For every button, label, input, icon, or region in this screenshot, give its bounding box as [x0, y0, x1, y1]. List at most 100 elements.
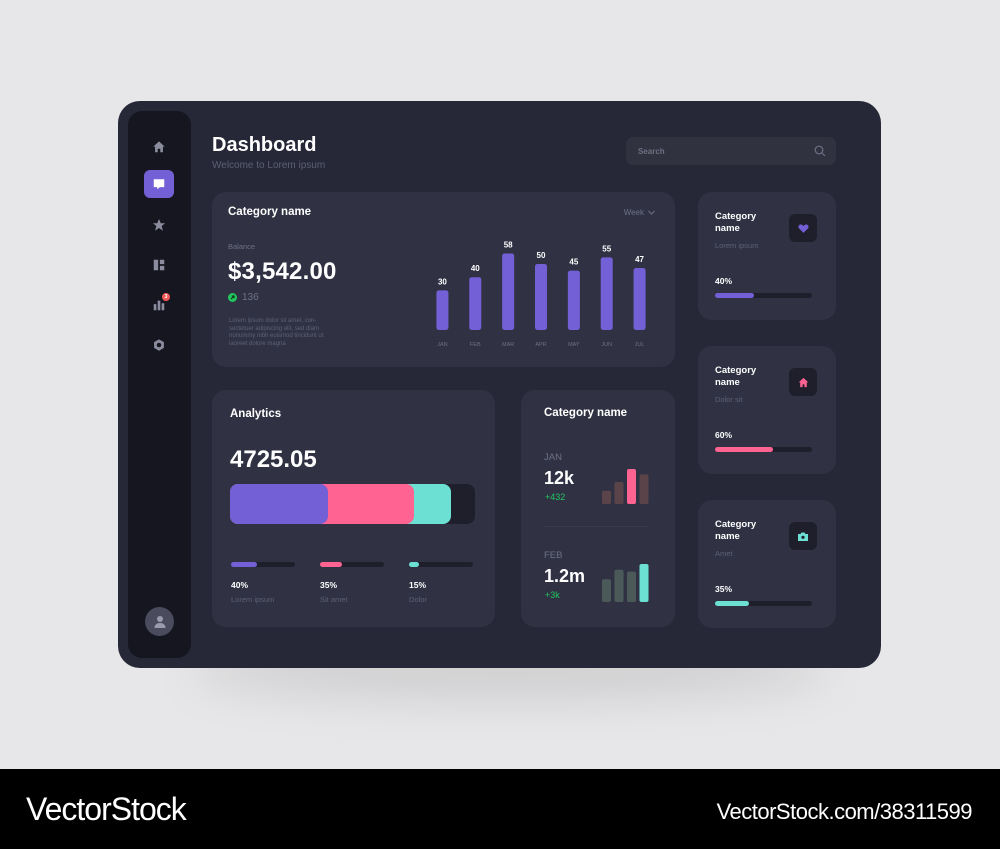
stat-label: Dolor — [409, 595, 427, 604]
month-label: FEB — [544, 550, 563, 561]
balance-amount: $3,542.00 — [228, 258, 337, 285]
bar-value-label: 45 — [569, 258, 578, 267]
search-bar — [626, 137, 836, 165]
chart-bar — [600, 257, 613, 330]
stat-percent: 15% — [409, 580, 427, 590]
category-subtitle: Amet — [715, 549, 733, 558]
stacked-progress-bar — [230, 484, 475, 524]
page-title: Dashboard — [212, 134, 317, 156]
category-progress-fill — [715, 293, 754, 298]
balance-delta-value: 136 — [242, 292, 259, 303]
user-avatar[interactable] — [145, 607, 174, 636]
category-progress-fill — [715, 601, 749, 606]
chart-bar — [535, 264, 547, 330]
category-title: Category name — [715, 365, 757, 388]
stat-percent: 40% — [231, 580, 249, 590]
month-mini-chart — [602, 469, 649, 504]
search-icon[interactable] — [814, 145, 826, 157]
sidebar-item-home[interactable] — [144, 133, 174, 161]
search-input[interactable] — [638, 137, 808, 165]
category-subtitle: Dolor sit — [715, 395, 743, 404]
sidebar-item-analytics[interactable]: 3 — [144, 291, 174, 319]
category-card[interactable]: Category name Dolor sit 60% — [698, 346, 836, 474]
x-tick-label: JAN — [437, 342, 447, 348]
category-card[interactable]: Category name Lorem ipsum 40% — [698, 192, 836, 320]
stat-label: Lorem ipsum — [231, 595, 275, 604]
month-delta: +3k — [545, 590, 560, 600]
chevron-down-icon — [648, 210, 655, 215]
bar-value-label: 40 — [471, 264, 480, 273]
home-icon — [153, 141, 165, 153]
chart-bar — [567, 270, 580, 330]
analytics-stat: 35% Sit amet — [320, 562, 390, 604]
trend-up-icon — [228, 293, 237, 302]
category-icon-tile — [789, 214, 817, 242]
card-title: Category name — [228, 206, 312, 218]
category-progress — [715, 601, 812, 606]
balance-description: Lorem ipsum dolor sit amet, con-sectetue… — [229, 318, 324, 347]
sidebar-item-favorites[interactable] — [144, 211, 174, 239]
period-dropdown[interactable]: Week — [624, 208, 655, 217]
analytics-title: Analytics — [230, 408, 282, 420]
mini-bar — [627, 571, 636, 602]
chart-bar — [436, 290, 449, 330]
notification-badge: 3 — [162, 293, 170, 301]
mini-bar — [602, 579, 611, 602]
month-delta: +432 — [545, 492, 566, 502]
footer-brand: VectorStock — [26, 791, 187, 827]
mini-bar — [614, 481, 624, 504]
analytics-value: 4725.05 — [230, 446, 317, 473]
bar-value-label: 55 — [602, 244, 611, 253]
balance-card: Category name Week Balance $3,542.00 136… — [212, 192, 675, 367]
mini-bar — [602, 490, 611, 504]
x-tick-label: JUL — [635, 342, 645, 348]
analytics-stat: 15% Dolor — [409, 562, 479, 604]
bar-value-label: 30 — [438, 277, 447, 286]
month-label: JAN — [544, 452, 562, 463]
chart-bar — [502, 253, 515, 330]
mini-bar — [639, 474, 649, 504]
chart-bar — [633, 267, 646, 330]
analytics-card: Analytics 4725.05 40% Lorem ipsum 35% Si… — [212, 390, 495, 627]
user-icon — [154, 615, 165, 628]
monthly-card: Category name JAN 12k +432 FEB 1.2m +3k — [521, 390, 675, 627]
settings-icon — [154, 339, 164, 351]
x-tick-label: MAY — [568, 342, 580, 348]
analytics-stat: 40% Lorem ipsum — [231, 562, 301, 604]
category-icon-tile — [789, 522, 817, 550]
stat-track — [231, 562, 295, 567]
stat-track — [320, 562, 384, 567]
monthly-title: Category name — [544, 407, 628, 419]
balance-delta: 136 — [228, 292, 259, 303]
bar-value-label: 50 — [537, 251, 546, 260]
category-title: Category name — [715, 211, 757, 234]
bar-value-label: 58 — [504, 240, 513, 249]
stat-fill — [409, 562, 419, 567]
x-tick-label: FEB — [470, 342, 481, 348]
sidebar-item-settings[interactable] — [144, 331, 174, 359]
chat-icon — [153, 179, 165, 190]
category-progress — [715, 447, 812, 452]
category-card[interactable]: Category name Amet 35% — [698, 500, 836, 628]
category-subtitle: Lorem ipsum — [715, 241, 759, 250]
x-tick-label: JUN — [601, 342, 612, 348]
stat-fill — [320, 562, 343, 567]
dashboard-window: 3 Dashboard Welcome to Lorem ipsum Categ… — [118, 101, 881, 668]
x-tick-label: MAR — [502, 342, 514, 348]
dashboard-icon — [153, 259, 165, 271]
balance-label: Balance — [228, 242, 256, 251]
category-progress — [715, 293, 812, 298]
category-percent: 35% — [715, 584, 733, 594]
category-percent: 60% — [715, 430, 733, 440]
bar-value-label: 47 — [635, 255, 644, 264]
home-icon — [798, 377, 808, 387]
month-mini-chart — [602, 564, 649, 602]
category-percent: 40% — [715, 276, 733, 286]
category-progress-fill — [715, 447, 774, 452]
sidebar-item-dashboard[interactable] — [144, 251, 174, 279]
category-icon-tile — [789, 368, 817, 396]
heart-icon — [797, 223, 809, 233]
mini-bar — [639, 564, 649, 602]
category-title: Category name — [715, 519, 757, 542]
sidebar-item-messages[interactable] — [144, 170, 174, 198]
